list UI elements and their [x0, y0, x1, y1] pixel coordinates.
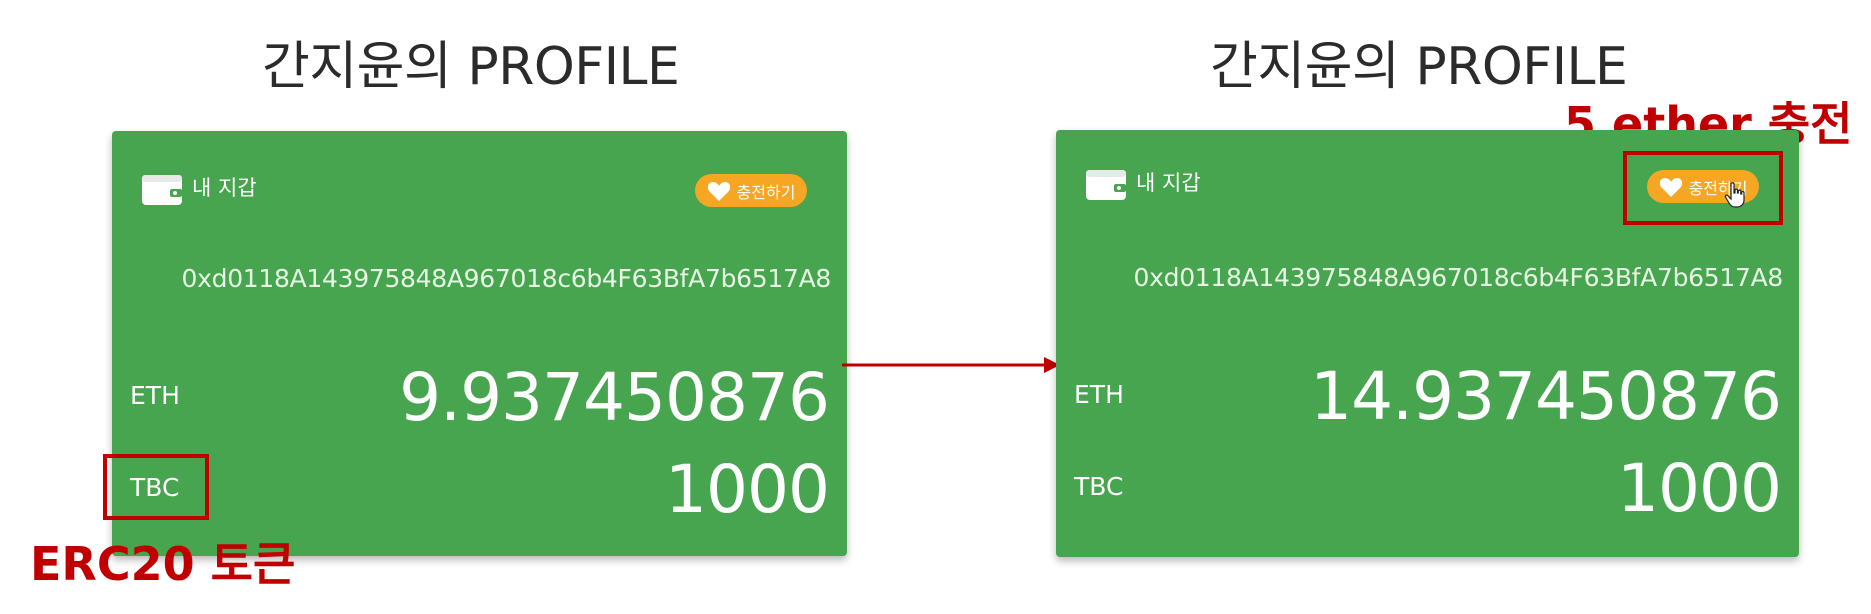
wallet-icon — [142, 173, 182, 205]
wallet-address: 0xd0118A143975848A967018c6b4F63BfA7b6517… — [181, 264, 832, 293]
eth-balance: 14.937450876 — [1310, 358, 1782, 435]
erc20-annotation: ERC20 토큰 — [30, 537, 296, 591]
tbc-label: TBC — [1074, 472, 1124, 501]
heart-icon — [707, 180, 731, 202]
arrow-right-icon — [842, 357, 1060, 373]
charge-button-label: 충전하기 — [736, 182, 796, 202]
tbc-balance: 1000 — [1617, 450, 1782, 527]
charge-button[interactable]: 충전하기 — [695, 174, 807, 207]
wallet-header: 내 지갑 — [142, 173, 257, 205]
wallet-label: 내 지갑 — [192, 176, 257, 200]
eth-label: ETH — [1074, 380, 1124, 409]
wallet-header: 내 지갑 — [1086, 168, 1201, 200]
wallet-icon — [1086, 168, 1126, 200]
tbc-balance: 1000 — [665, 451, 830, 528]
wallet-card-left: 내 지갑 충전하기 0xd0118A143975848A967018c6b4F6… — [112, 131, 847, 556]
wallet-address: 0xd0118A143975848A967018c6b4F63BfA7b6517… — [1133, 263, 1784, 292]
charge-highlight-box — [1623, 151, 1783, 225]
wallet-label: 내 지갑 — [1136, 171, 1201, 195]
tbc-highlight-box — [103, 454, 209, 520]
eth-balance: 9.937450876 — [399, 359, 830, 436]
profile-title-left: 간지윤의 PROFILE — [262, 37, 680, 97]
eth-label: ETH — [130, 381, 180, 410]
